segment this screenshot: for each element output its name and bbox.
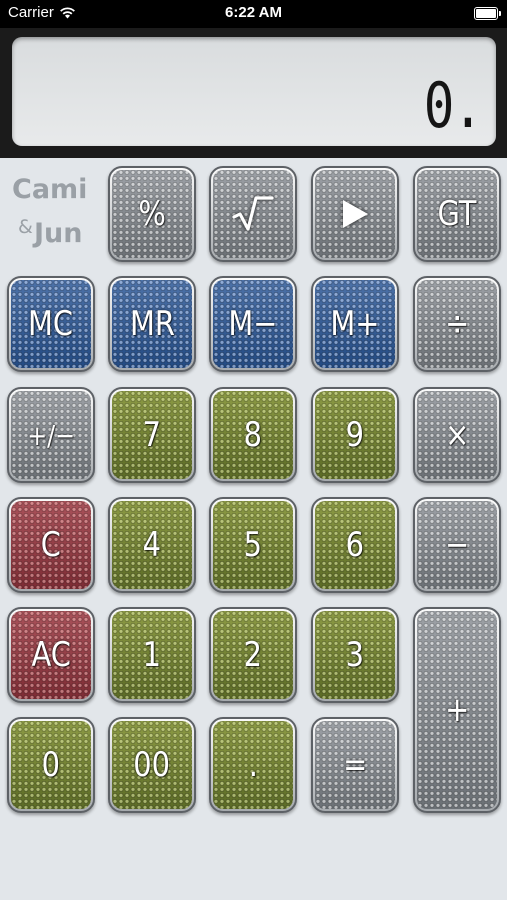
square-root-icon <box>232 196 274 231</box>
logo-ampersand: & <box>18 216 33 238</box>
all-clear-button[interactable]: AC <box>7 607 95 703</box>
app-logo: Cami & Jun <box>10 172 94 256</box>
play-icon <box>343 200 368 228</box>
digit-4-label: 4 <box>142 525 162 565</box>
digit-0-button[interactable]: 0 <box>7 717 95 813</box>
clear-label: C <box>40 525 62 565</box>
digit-7-label: 7 <box>142 415 162 455</box>
percent-label: % <box>138 194 166 234</box>
plus-label: + <box>444 690 470 730</box>
equals-button[interactable]: = <box>311 717 399 813</box>
plus-button[interactable]: + <box>413 607 501 813</box>
digit-1-label: 1 <box>142 635 162 675</box>
all-clear-label: AC <box>31 635 71 675</box>
grand-total-label: GT <box>437 194 477 234</box>
memory-plus-label: M+ <box>330 304 380 344</box>
digit-6-button[interactable]: 6 <box>311 497 399 593</box>
digit-7-button[interactable]: 7 <box>108 387 196 483</box>
decimal-button[interactable]: . <box>209 717 297 813</box>
status-bar: Carrier 6:22 AM <box>0 0 507 28</box>
memory-plus-button[interactable]: M+ <box>311 276 399 372</box>
digit-5-button[interactable]: 5 <box>209 497 297 593</box>
lcd-screen: 0. <box>12 37 496 146</box>
plus-minus-label: +/− <box>27 418 75 452</box>
digit-0-label: 0 <box>41 745 61 785</box>
double-zero-label: 00 <box>133 745 171 785</box>
memory-minus-button[interactable]: M− <box>209 276 297 372</box>
digit-3-button[interactable]: 3 <box>311 607 399 703</box>
battery-icon <box>474 7 501 20</box>
status-time: 6:22 AM <box>225 4 282 21</box>
memory-minus-label: M− <box>228 304 278 344</box>
digit-3-label: 3 <box>345 635 365 675</box>
multiply-label: × <box>444 415 470 455</box>
digit-4-button[interactable]: 4 <box>108 497 196 593</box>
digit-9-button[interactable]: 9 <box>311 387 399 483</box>
memory-clear-label: MC <box>28 304 74 344</box>
grand-total-button[interactable]: GT <box>413 166 501 262</box>
square-root-button[interactable] <box>209 166 297 262</box>
memory-recall-label: MR <box>129 304 175 344</box>
double-zero-button[interactable]: 00 <box>108 717 196 813</box>
memory-recall-button[interactable]: MR <box>108 276 196 372</box>
minus-button[interactable]: − <box>413 497 501 593</box>
digit-9-label: 9 <box>345 415 365 455</box>
plus-minus-button[interactable]: +/− <box>7 387 95 483</box>
digit-2-label: 2 <box>243 635 263 675</box>
minus-label: − <box>444 525 470 565</box>
multiply-button[interactable]: × <box>413 387 501 483</box>
play-button[interactable] <box>311 166 399 262</box>
display-value: 0. <box>424 69 484 142</box>
digit-1-button[interactable]: 1 <box>108 607 196 703</box>
digit-2-button[interactable]: 2 <box>209 607 297 703</box>
logo-line2: Jun <box>34 218 83 249</box>
memory-clear-button[interactable]: MC <box>7 276 95 372</box>
divide-label: ÷ <box>444 304 470 344</box>
digit-8-button[interactable]: 8 <box>209 387 297 483</box>
logo-line1: Cami <box>12 174 88 205</box>
divide-button[interactable]: ÷ <box>413 276 501 372</box>
decimal-label: . <box>248 745 258 785</box>
digit-8-label: 8 <box>243 415 263 455</box>
clear-button[interactable]: C <box>7 497 95 593</box>
percent-button[interactable]: % <box>108 166 196 262</box>
equals-label: = <box>342 745 368 785</box>
digit-5-label: 5 <box>243 525 263 565</box>
digit-6-label: 6 <box>345 525 365 565</box>
display-panel: 0. <box>0 28 507 158</box>
